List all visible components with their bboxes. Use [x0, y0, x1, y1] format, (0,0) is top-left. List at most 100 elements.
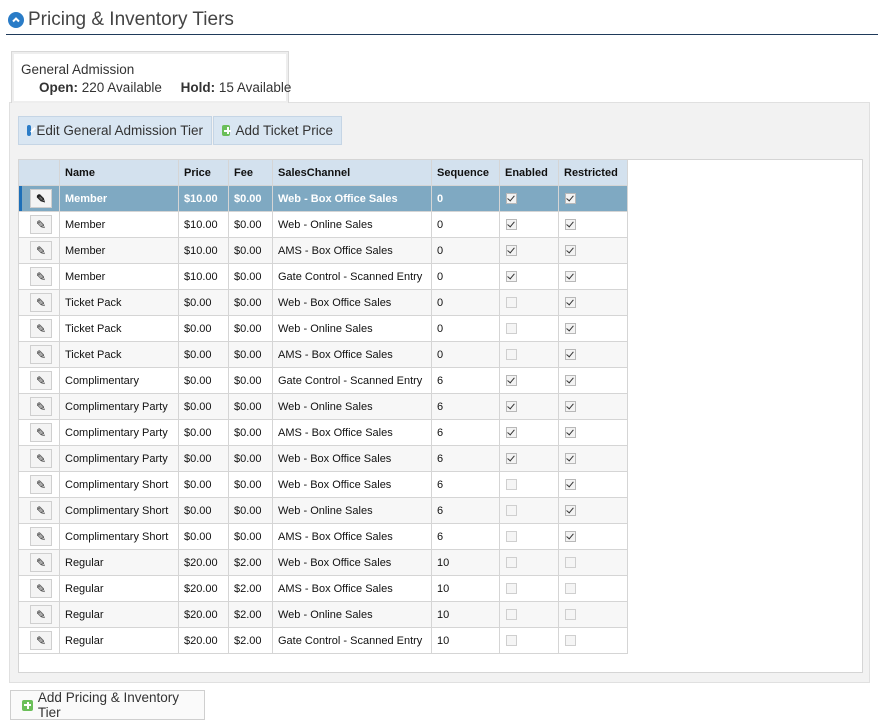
cell-restricted [558, 393, 628, 420]
restricted-checkbox[interactable] [565, 349, 576, 361]
header-restricted[interactable]: Restricted [558, 159, 628, 186]
pencil-icon[interactable]: ✎ [30, 553, 52, 572]
enabled-checkbox[interactable] [506, 635, 517, 647]
table-row[interactable]: ✎ Complimentary Party $0.00 $0.00 Web - Onli… [18, 393, 628, 420]
restricted-checkbox[interactable] [565, 271, 576, 283]
table-row[interactable]: ✎ Regular $20.00 $2.00 Gate Control - Scanne… [18, 627, 628, 654]
header-sequence[interactable]: Sequence [431, 159, 500, 186]
restricted-checkbox[interactable] [565, 635, 576, 647]
cell-name: Member [59, 263, 179, 290]
table-row[interactable]: ✎ Complimentary Short $0.00 $0.00 Web - Onli… [18, 497, 628, 524]
cell-name: Ticket Pack [59, 289, 179, 316]
enabled-checkbox[interactable] [506, 401, 517, 413]
header-enabled[interactable]: Enabled [499, 159, 559, 186]
pencil-icon[interactable]: ✎ [30, 267, 52, 286]
table-row[interactable]: ✎ Complimentary $0.00 $0.00 Gate Control - S… [18, 367, 628, 394]
cell-saleschannel: AMS - Box Office Sales [272, 575, 432, 602]
cell-name: Complimentary Short [59, 497, 179, 524]
table-row[interactable]: ✎ Member $10.00 $0.00 AMS - Box Office Sales… [18, 237, 628, 264]
header-price[interactable]: Price [178, 159, 229, 186]
cell-name: Complimentary Party [59, 419, 179, 446]
enabled-checkbox[interactable] [506, 479, 517, 491]
enabled-checkbox[interactable] [506, 323, 517, 335]
add-ticket-price-button[interactable]: Add Ticket Price [213, 116, 342, 145]
cell-restricted [558, 471, 628, 498]
table-row[interactable]: ✎ Complimentary Party $0.00 $0.00 Web - Box … [18, 445, 628, 472]
cell-saleschannel: Gate Control - Scanned Entry [272, 263, 432, 290]
pencil-icon[interactable]: ✎ [30, 475, 52, 494]
enabled-checkbox[interactable] [506, 193, 517, 205]
edit-tier-button[interactable]: Edit General Admission Tier [18, 116, 212, 145]
cell-enabled [499, 445, 559, 472]
table-row[interactable]: ✎ Regular $20.00 $2.00 AMS - Box Office Sale… [18, 575, 628, 602]
restricted-checkbox[interactable] [565, 219, 576, 231]
pencil-icon[interactable]: ✎ [30, 293, 52, 312]
table-row[interactable]: ✎ Complimentary Party $0.00 $0.00 AMS - Box … [18, 419, 628, 446]
restricted-checkbox[interactable] [565, 427, 576, 439]
enabled-checkbox[interactable] [506, 219, 517, 231]
restricted-checkbox[interactable] [565, 505, 576, 517]
restricted-checkbox[interactable] [565, 479, 576, 491]
pencil-icon[interactable]: ✎ [30, 501, 52, 520]
restricted-checkbox[interactable] [565, 375, 576, 387]
header-fee[interactable]: Fee [228, 159, 273, 186]
enabled-checkbox[interactable] [506, 609, 517, 621]
pencil-icon[interactable]: ✎ [30, 371, 52, 390]
restricted-checkbox[interactable] [565, 323, 576, 335]
pencil-icon[interactable]: ✎ [30, 397, 52, 416]
enabled-checkbox[interactable] [506, 375, 517, 387]
pencil-icon[interactable]: ✎ [30, 527, 52, 546]
restricted-checkbox[interactable] [565, 297, 576, 309]
enabled-checkbox[interactable] [506, 583, 517, 595]
add-pricing-tier-button[interactable]: Add Pricing & Inventory Tier [10, 690, 205, 720]
table-row[interactable]: ✎ Complimentary Short $0.00 $0.00 AMS - Box … [18, 523, 628, 550]
enabled-checkbox[interactable] [506, 505, 517, 517]
pencil-icon[interactable]: ✎ [30, 423, 52, 442]
header-saleschannel[interactable]: SalesChannel [272, 159, 432, 186]
restricted-checkbox[interactable] [565, 453, 576, 465]
pencil-icon[interactable]: ✎ [30, 189, 52, 208]
table-row[interactable]: ✎ Complimentary Short $0.00 $0.00 Web - Box … [18, 471, 628, 498]
restricted-checkbox[interactable] [565, 557, 576, 569]
restricted-checkbox[interactable] [565, 609, 576, 621]
table-row[interactable]: ✎ Regular $20.00 $2.00 Web - Box Office Sale… [18, 549, 628, 576]
table-row[interactable]: ✎ Ticket Pack $0.00 $0.00 AMS - Box Office S… [18, 341, 628, 368]
table-row[interactable]: ✎ Member $10.00 $0.00 Web - Box Office Sales… [18, 185, 628, 212]
enabled-checkbox[interactable] [506, 531, 517, 543]
restricted-checkbox[interactable] [565, 583, 576, 595]
chevron-up-circle-icon[interactable] [8, 12, 24, 28]
cell-price: $10.00 [178, 211, 229, 238]
pencil-icon[interactable]: ✎ [30, 449, 52, 468]
pencil-icon[interactable]: ✎ [30, 631, 52, 650]
enabled-checkbox[interactable] [506, 557, 517, 569]
cell-fee: $0.00 [228, 393, 273, 420]
pencil-icon[interactable]: ✎ [30, 215, 52, 234]
enabled-checkbox[interactable] [506, 453, 517, 465]
restricted-checkbox[interactable] [565, 401, 576, 413]
header-name[interactable]: Name [59, 159, 179, 186]
pencil-icon[interactable]: ✎ [30, 241, 52, 260]
cell-restricted [558, 211, 628, 238]
enabled-checkbox[interactable] [506, 427, 517, 439]
pencil-icon[interactable]: ✎ [30, 605, 52, 624]
table-row[interactable]: ✎ Ticket Pack $0.00 $0.00 Web - Box Office S… [18, 289, 628, 316]
restricted-checkbox[interactable] [565, 245, 576, 257]
cell-price: $0.00 [178, 367, 229, 394]
table-row[interactable]: ✎ Member $10.00 $0.00 Gate Control - Scanned… [18, 263, 628, 290]
table-row[interactable]: ✎ Member $10.00 $0.00 Web - Online Sales 0 [18, 211, 628, 238]
restricted-checkbox[interactable] [565, 531, 576, 543]
cell-enabled [499, 419, 559, 446]
enabled-checkbox[interactable] [506, 245, 517, 257]
restricted-checkbox[interactable] [565, 193, 576, 205]
enabled-checkbox[interactable] [506, 297, 517, 309]
tier-tab-general-admission[interactable]: General Admission Open: 220 Available Ho… [11, 51, 291, 103]
enabled-checkbox[interactable] [506, 349, 517, 361]
cell-enabled [499, 367, 559, 394]
table-row[interactable]: ✎ Ticket Pack $0.00 $0.00 Web - Online Sales… [18, 315, 628, 342]
add-ticket-price-label: Add Ticket Price [235, 123, 333, 138]
table-row[interactable]: ✎ Regular $20.00 $2.00 Web - Online Sales 10 [18, 601, 628, 628]
pencil-icon[interactable]: ✎ [30, 579, 52, 598]
pencil-icon[interactable]: ✎ [30, 345, 52, 364]
pencil-icon[interactable]: ✎ [30, 319, 52, 338]
enabled-checkbox[interactable] [506, 271, 517, 283]
